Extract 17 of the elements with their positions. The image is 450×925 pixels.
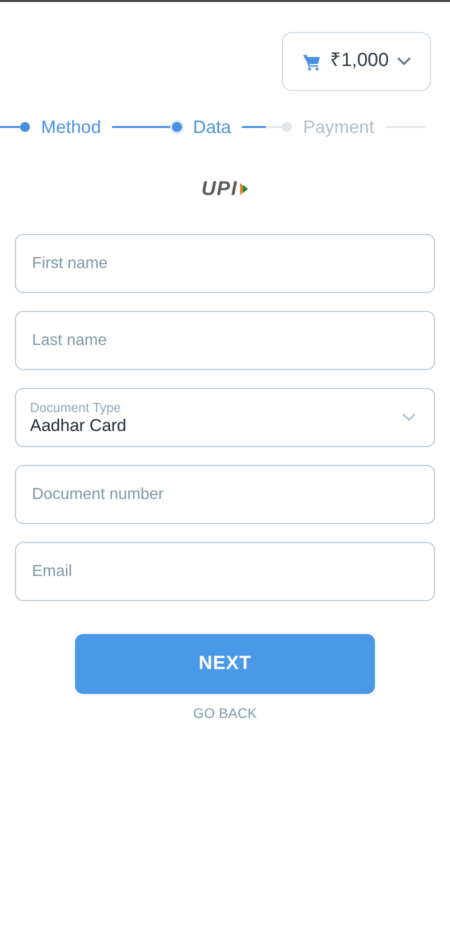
next-button[interactable]: NEXT	[75, 634, 375, 694]
cart-button[interactable]: ₹1,000	[282, 32, 431, 91]
chevron-down-icon	[396, 57, 411, 66]
field-value: Aadhar Card	[30, 415, 126, 436]
input-field[interactable]: Email	[15, 542, 435, 601]
upi-logo: UPI	[201, 179, 249, 199]
input-field[interactable]: Last name	[15, 311, 435, 370]
go-back-link[interactable]: GO BACK	[193, 703, 257, 724]
chevron-down-icon	[402, 413, 416, 422]
step-label[interactable]: Payment	[292, 114, 386, 140]
field-label: Document Type	[30, 400, 122, 414]
step-label[interactable]: Method	[30, 114, 112, 140]
input-field[interactable]: First name	[15, 234, 435, 293]
input-field[interactable]: Document number	[15, 465, 435, 524]
step-label[interactable]: Data	[182, 114, 242, 140]
cart-amount: ₹1,000	[330, 49, 389, 74]
document-type-select[interactable]: Document Type Aadhar Card	[15, 388, 435, 447]
